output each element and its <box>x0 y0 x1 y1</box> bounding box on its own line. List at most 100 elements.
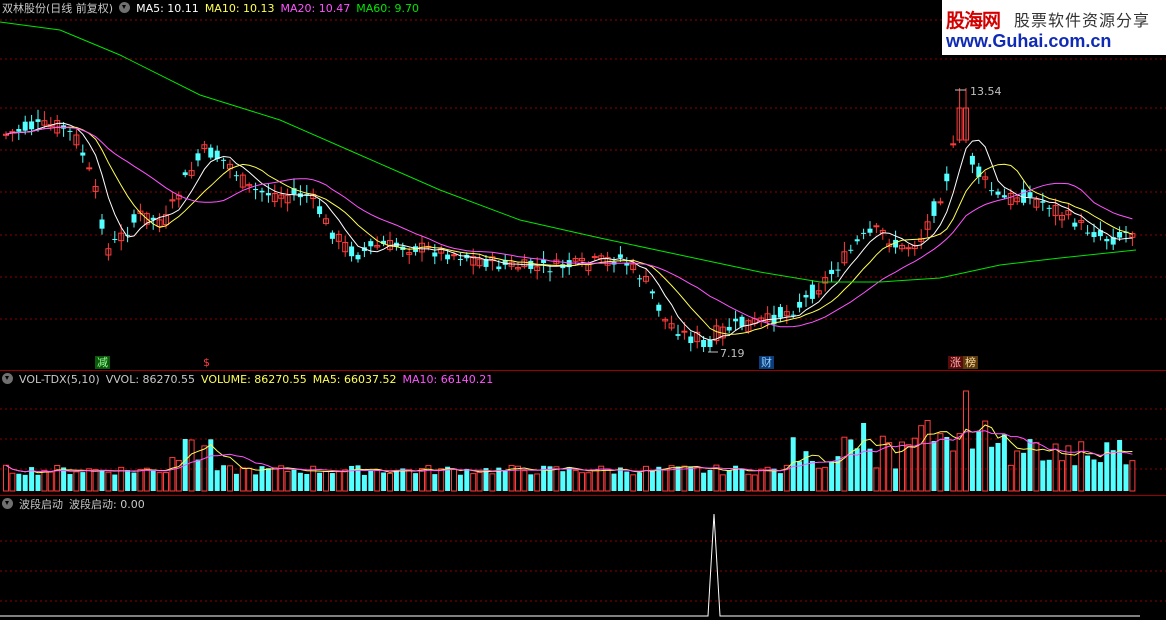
candle-body <box>1117 231 1123 238</box>
chevron-down-icon[interactable] <box>119 2 131 13</box>
chevron-down-icon[interactable] <box>2 373 13 384</box>
indicator-line[interactable] <box>0 496 1166 620</box>
volume-bar <box>969 448 975 491</box>
volume-bar <box>572 469 579 492</box>
candle-body <box>733 318 739 322</box>
volume-bar <box>675 466 681 491</box>
volume-bar <box>22 474 28 491</box>
volume-bar <box>239 467 246 492</box>
volume-bar <box>739 468 745 491</box>
volume-bar <box>1117 439 1123 491</box>
volume-bar <box>611 473 617 491</box>
volume-bar <box>1046 459 1052 491</box>
ma10-label: MA10: 10.13 <box>204 2 275 15</box>
candle-body <box>547 271 553 273</box>
volume-bar <box>105 471 112 492</box>
candle-body <box>969 155 975 165</box>
vvol-label: VVOL: 86270.55 <box>105 373 196 386</box>
candle-body <box>701 340 707 347</box>
volume-bar <box>233 473 239 491</box>
event-marker-reduce[interactable]: 减 <box>95 356 110 369</box>
candle-body <box>182 172 188 176</box>
volume-bar <box>201 445 208 492</box>
candle-body <box>989 190 995 192</box>
volume-bar <box>400 468 406 491</box>
candle-body <box>349 246 355 257</box>
volume-bar <box>867 448 873 491</box>
volume-bar <box>560 471 566 491</box>
volume-bar <box>163 472 169 492</box>
volume-bar <box>822 466 829 492</box>
volume-bar <box>1021 452 1027 491</box>
candle-body <box>112 238 118 240</box>
volume-bar <box>1085 455 1091 491</box>
volume-bar <box>899 441 905 492</box>
volume-bar <box>361 474 367 491</box>
volume-bar <box>1129 460 1136 492</box>
volume-bar <box>976 431 982 491</box>
volume-bar <box>143 467 150 492</box>
volume-bar <box>73 471 80 492</box>
volume-bar <box>1110 450 1116 491</box>
volume-bar <box>758 468 765 492</box>
ma60-line <box>0 21 1137 283</box>
high-price-label: 13.54 <box>970 85 1002 98</box>
indicator-name: 波段启动 <box>19 498 63 511</box>
candle-body <box>591 256 598 259</box>
volume-bar <box>719 474 726 492</box>
candle-body <box>797 301 803 308</box>
indicator-chart-pane[interactable]: 波段启动 波段启动: 0.00 <box>0 496 1166 620</box>
ma5-line <box>5 122 1133 341</box>
volume-bar <box>624 471 630 491</box>
volume-bar <box>944 437 950 491</box>
candle-body <box>86 167 93 170</box>
volume-bar <box>323 470 329 492</box>
candle-body <box>1001 195 1007 198</box>
volume-bar <box>227 465 233 492</box>
candle-body <box>809 284 815 299</box>
event-marker-ranking[interactable]: 榜 <box>963 356 978 369</box>
volume-bar <box>585 472 592 492</box>
candlestick-chart[interactable]: 13.54 7.19 <box>0 0 1166 370</box>
volume-bar <box>931 441 937 491</box>
event-marker-limit-up[interactable]: 涨 <box>948 356 963 369</box>
volume-bar <box>368 470 374 491</box>
volume-bar <box>598 465 605 492</box>
volume-bar <box>297 472 303 491</box>
candle-body <box>265 193 271 196</box>
volume-chart-pane[interactable]: VOL-TDX(5,10) VVOL: 86270.55 VOLUME: 86270… <box>0 371 1166 496</box>
volume-bar <box>41 469 48 492</box>
volume-bar <box>809 461 815 491</box>
chevron-down-icon[interactable] <box>2 498 13 509</box>
candle-body <box>777 307 783 318</box>
price-chart-pane[interactable]: 双林股份(日线 前复权) MA5: 10.11 MA10: 10.13 MA20: 1… <box>0 0 1166 371</box>
candle-body <box>35 119 41 122</box>
volume-bar <box>873 467 880 492</box>
volume-bar <box>125 470 131 491</box>
volume-bars[interactable] <box>0 371 1166 495</box>
volume-bar <box>694 466 701 492</box>
volume-bar <box>751 474 758 492</box>
volume-bar <box>745 473 752 492</box>
event-marker-dollar[interactable]: $ <box>201 356 212 369</box>
candle-body <box>432 252 438 257</box>
volume-bar <box>214 470 220 491</box>
event-marker-finance[interactable]: 财 <box>759 356 774 369</box>
volume-bar <box>1040 460 1046 491</box>
volume-bar <box>413 473 419 491</box>
candle-body <box>1085 232 1091 234</box>
volume-bar <box>246 467 253 492</box>
candle-body <box>355 254 361 260</box>
candle-body <box>457 258 463 260</box>
candle-body <box>867 228 873 233</box>
volume-bar <box>291 469 297 491</box>
volume-bar <box>918 425 925 492</box>
candle-body <box>221 159 227 161</box>
volume-bar <box>1078 441 1085 492</box>
volume-bar <box>16 473 22 491</box>
candle-body <box>195 153 201 161</box>
volume-bar <box>1104 442 1110 491</box>
candle-body <box>739 316 745 327</box>
volume-bar <box>681 465 688 492</box>
volume-bar <box>489 473 496 492</box>
